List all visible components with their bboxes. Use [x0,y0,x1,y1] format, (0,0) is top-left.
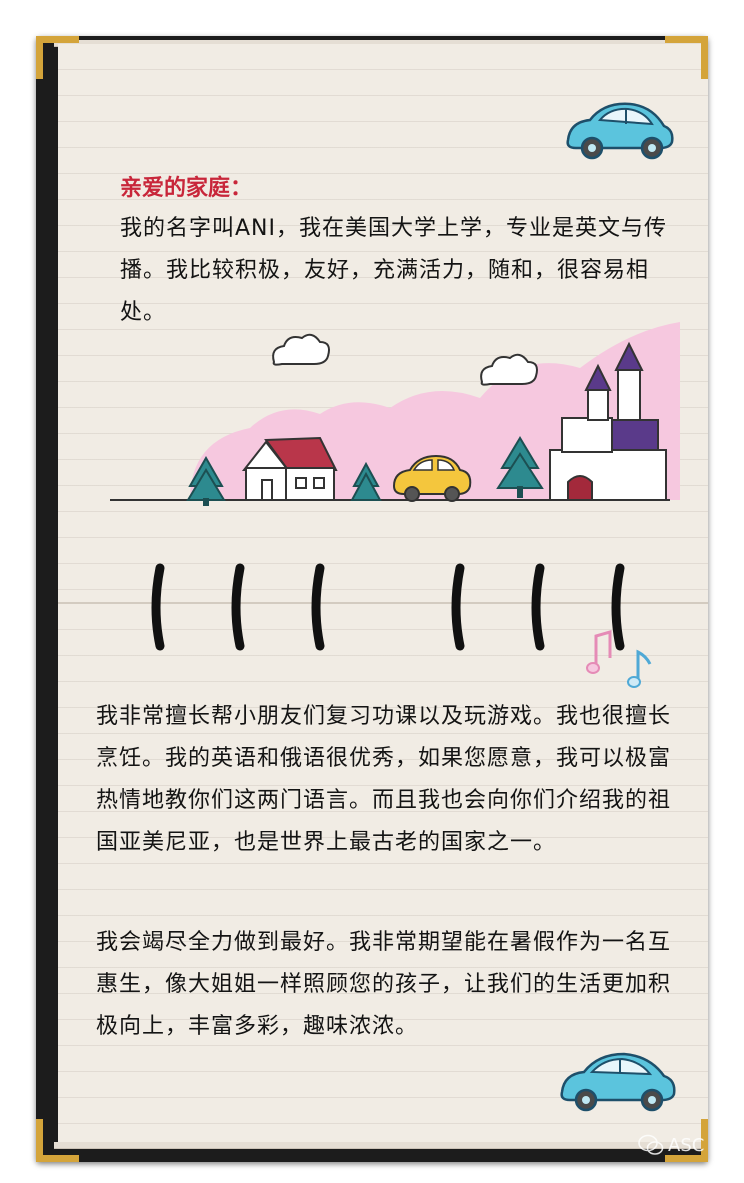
watermark-text: ASC [668,1134,705,1156]
car-icon [566,102,674,160]
cloud-icon [480,353,538,386]
gold-corner [665,36,708,79]
gold-corner [36,36,79,79]
cloud-icon [272,333,330,366]
watermark: ASC [638,1134,704,1156]
skills-paragraph: 我非常擅长帮小朋友们复习功课以及玩游戏。我也很擅长烹饪。我的英语和俄语很优秀，如… [96,704,672,855]
music-note-icon [586,630,652,688]
gold-corner [36,1119,79,1162]
town-illustration [110,322,680,506]
spiral-ring-icon [231,563,245,651]
car-icon [560,1052,676,1112]
page-edge [54,1142,706,1149]
spiral-ring-icon [531,563,545,651]
greeting: 亲爱的家庭： [120,176,253,201]
closing-paragraph: 我会竭尽全力做到最好。我非常期望能在暑假作为一名互惠生，像大姐姐一样照顾您的孩子… [96,930,672,1039]
spiral-ring-icon [311,563,325,651]
spiral-ring-icon [151,563,165,651]
binder-rings [151,563,625,651]
spiral-ring-icon [451,563,465,651]
wechat-icon [638,1134,664,1155]
